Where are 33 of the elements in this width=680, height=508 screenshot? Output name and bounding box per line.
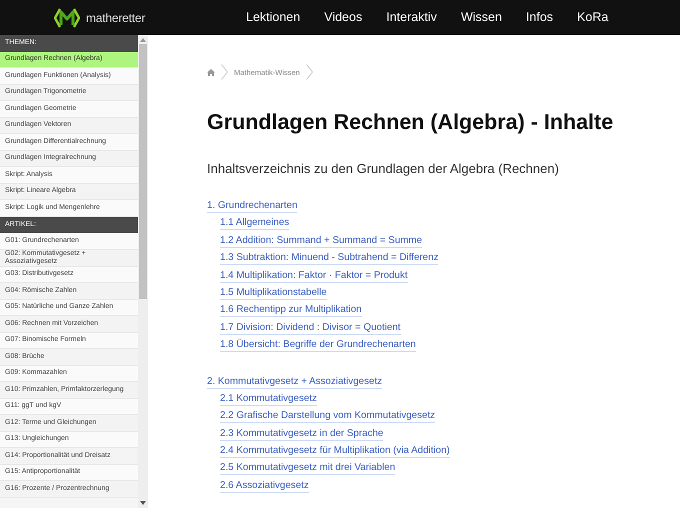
toc-link[interactable]: 1.1 Allgemeines [220, 216, 290, 230]
nav-link[interactable]: Lektionen [234, 0, 312, 35]
toc-link[interactable]: 1.6 Rechentipp zur Multiplikation [220, 303, 362, 318]
chevron-icon [221, 64, 228, 80]
toc-link[interactable]: 2.5 Kommutativgesetz mit drei Variablen [220, 461, 396, 476]
nav-link[interactable]: KoRa [565, 0, 620, 35]
nav-link[interactable]: Wissen [448, 0, 514, 35]
chevron-icon [306, 64, 313, 80]
page-title: Grundlagen Rechnen (Algebra) - Inhalte [207, 109, 614, 135]
toc-link[interactable]: 1.8 Übersicht: Begriffe der Grundrechenarten [220, 338, 416, 352]
toc-link[interactable]: 1.5 Multiplikationstabelle [220, 286, 327, 300]
nav-link[interactable]: Interaktiv [374, 0, 449, 35]
toc-link[interactable]: 1.7 Division: Dividend : Divisor = Quotient [220, 320, 401, 335]
logo-text[interactable]: matheretter [86, 10, 146, 24]
toc-link[interactable]: 2. Kommutativgesetz + Assoziativgesetz [207, 374, 382, 389]
toc-link[interactable]: 1.3 Subtraktion: Minuend - Subtrahend = Differenz [220, 251, 438, 266]
toc-link[interactable]: 2.4 Kommutativgesetz für Multiplikation (via Addition) [220, 444, 450, 458]
home-icon[interactable] [207, 68, 215, 76]
scroll-down-icon[interactable] [140, 501, 146, 505]
toc-link[interactable]: 2.1 Kommutativgesetz [220, 392, 317, 406]
scrollbar[interactable] [138, 35, 148, 508]
page-subtitle: Inhaltsverzeichnis zu den Grundlagen der Algebra (Rechnen) [207, 161, 560, 177]
toc-link[interactable]: 2.3 Kommutativgesetz in der Sprache [220, 426, 384, 441]
nav-link[interactable]: Videos [312, 0, 374, 35]
toc-link[interactable]: 1. Grundrechenarten [207, 199, 298, 213]
scrollbar-thumb[interactable] [139, 44, 147, 299]
nav-link[interactable]: Infos [514, 0, 566, 35]
toc-link[interactable]: 2.6 Assoziativgesetz [220, 478, 309, 493]
logo-icon[interactable] [54, 8, 80, 28]
toc-link[interactable]: 1.2 Addition: Summand + Summand = Summe [220, 234, 422, 248]
toc-link[interactable]: 2.2 Grafische Darstellung vom Kommutativgesetz [220, 409, 436, 424]
toc-link[interactable]: 1.4 Multiplikation: Faktor · Faktor = Produkt [220, 268, 408, 283]
scroll-up-icon[interactable] [140, 38, 146, 42]
